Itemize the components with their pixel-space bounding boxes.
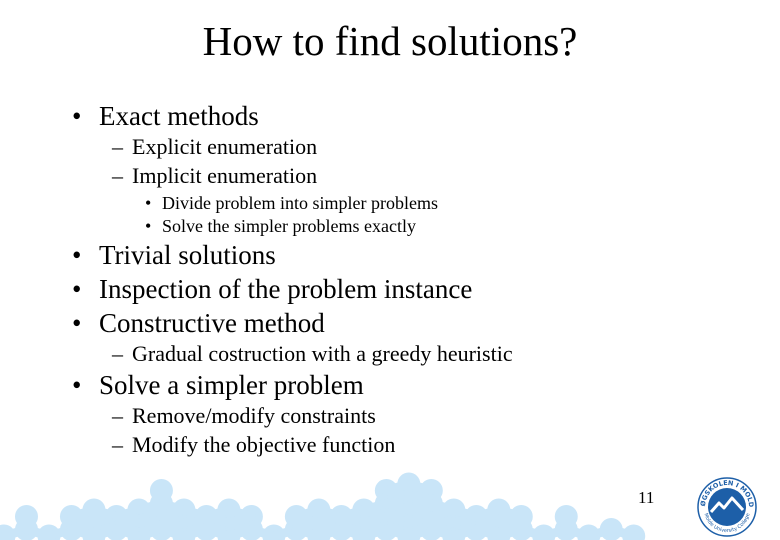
page-number: 11: [638, 488, 655, 507]
bullet-text: Implicit enumeration: [132, 163, 318, 188]
pattern-link: [606, 525, 639, 540]
dash-marker: –: [112, 341, 123, 366]
bullet-marker: •: [72, 101, 82, 131]
decorative-dot-pattern: [0, 472, 646, 540]
slide-title: How to find solutions?: [202, 18, 578, 64]
pattern-dot: [554, 505, 578, 528]
pattern-dot: [149, 479, 173, 502]
bullet-text: Gradual costruction with a greedy heuris…: [132, 341, 513, 366]
dash-marker: –: [112, 403, 123, 428]
bullet-marker: •: [72, 240, 82, 270]
bullet-text: Inspection of the problem instance: [99, 274, 473, 304]
bullet-text: Trivial solutions: [99, 240, 276, 270]
bullet-marker: •: [145, 216, 152, 236]
bullet-text: Exact methods: [99, 101, 259, 131]
pattern-dot: [14, 505, 38, 528]
bullet-text: Divide problem into simpler problems: [162, 193, 438, 213]
dash-marker: –: [112, 432, 123, 457]
pattern-link: [494, 505, 526, 521]
bullet-marker: •: [72, 370, 82, 400]
bullet-text: Explicit enumeration: [132, 134, 318, 159]
bullet-marker: •: [145, 193, 152, 213]
bullet-marker: •: [72, 274, 82, 304]
pattern-link: [404, 479, 436, 495]
bullet-text: Remove/modify constraints: [132, 403, 376, 428]
bullet-text: Constructive method: [99, 308, 325, 338]
university-logo: HØGSKOLEN I MOLDE Molde University Colle…: [696, 476, 757, 537]
bullet-marker: •: [72, 308, 82, 338]
bullet-text: Modify the objective function: [132, 432, 396, 457]
dash-marker: –: [112, 134, 123, 159]
dash-marker: –: [112, 163, 123, 188]
bullet-text: Solve the simpler problems exactly: [162, 216, 416, 236]
bullet-text: Solve a simpler problem: [99, 370, 364, 400]
pattern-link: [224, 505, 256, 521]
